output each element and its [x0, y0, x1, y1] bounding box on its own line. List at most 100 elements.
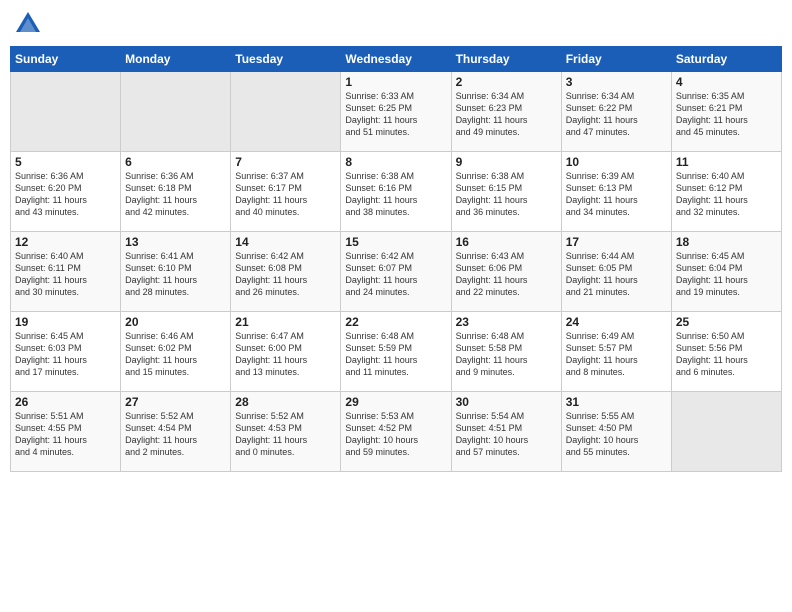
day-number: 30 [456, 395, 557, 409]
calendar-body: 1Sunrise: 6:33 AM Sunset: 6:25 PM Daylig… [11, 72, 782, 472]
calendar-cell: 29Sunrise: 5:53 AM Sunset: 4:52 PM Dayli… [341, 392, 451, 472]
weekday-header: Sunday [11, 47, 121, 72]
cell-content: Sunrise: 6:35 AM Sunset: 6:21 PM Dayligh… [676, 90, 777, 139]
day-number: 28 [235, 395, 336, 409]
calendar-cell: 23Sunrise: 6:48 AM Sunset: 5:58 PM Dayli… [451, 312, 561, 392]
cell-content: Sunrise: 6:38 AM Sunset: 6:15 PM Dayligh… [456, 170, 557, 219]
calendar-cell: 19Sunrise: 6:45 AM Sunset: 6:03 PM Dayli… [11, 312, 121, 392]
cell-content: Sunrise: 6:47 AM Sunset: 6:00 PM Dayligh… [235, 330, 336, 379]
calendar-cell: 4Sunrise: 6:35 AM Sunset: 6:21 PM Daylig… [671, 72, 781, 152]
day-number: 12 [15, 235, 116, 249]
calendar-cell: 14Sunrise: 6:42 AM Sunset: 6:08 PM Dayli… [231, 232, 341, 312]
calendar-week: 19Sunrise: 6:45 AM Sunset: 6:03 PM Dayli… [11, 312, 782, 392]
calendar-cell: 8Sunrise: 6:38 AM Sunset: 6:16 PM Daylig… [341, 152, 451, 232]
cell-content: Sunrise: 6:48 AM Sunset: 5:59 PM Dayligh… [345, 330, 446, 379]
day-number: 9 [456, 155, 557, 169]
day-number: 27 [125, 395, 226, 409]
calendar-cell: 1Sunrise: 6:33 AM Sunset: 6:25 PM Daylig… [341, 72, 451, 152]
weekday-header: Saturday [671, 47, 781, 72]
calendar-cell: 24Sunrise: 6:49 AM Sunset: 5:57 PM Dayli… [561, 312, 671, 392]
day-number: 14 [235, 235, 336, 249]
day-number: 20 [125, 315, 226, 329]
cell-content: Sunrise: 6:42 AM Sunset: 6:08 PM Dayligh… [235, 250, 336, 299]
weekday-row: SundayMondayTuesdayWednesdayThursdayFrid… [11, 47, 782, 72]
calendar-week: 1Sunrise: 6:33 AM Sunset: 6:25 PM Daylig… [11, 72, 782, 152]
weekday-header: Wednesday [341, 47, 451, 72]
day-number: 29 [345, 395, 446, 409]
calendar-cell [671, 392, 781, 472]
day-number: 15 [345, 235, 446, 249]
cell-content: Sunrise: 6:38 AM Sunset: 6:16 PM Dayligh… [345, 170, 446, 219]
calendar-cell: 5Sunrise: 6:36 AM Sunset: 6:20 PM Daylig… [11, 152, 121, 232]
calendar-cell: 3Sunrise: 6:34 AM Sunset: 6:22 PM Daylig… [561, 72, 671, 152]
calendar-cell: 13Sunrise: 6:41 AM Sunset: 6:10 PM Dayli… [121, 232, 231, 312]
calendar-cell: 17Sunrise: 6:44 AM Sunset: 6:05 PM Dayli… [561, 232, 671, 312]
weekday-header: Monday [121, 47, 231, 72]
cell-content: Sunrise: 6:43 AM Sunset: 6:06 PM Dayligh… [456, 250, 557, 299]
day-number: 31 [566, 395, 667, 409]
day-number: 10 [566, 155, 667, 169]
day-number: 17 [566, 235, 667, 249]
day-number: 4 [676, 75, 777, 89]
day-number: 19 [15, 315, 116, 329]
calendar-cell: 7Sunrise: 6:37 AM Sunset: 6:17 PM Daylig… [231, 152, 341, 232]
cell-content: Sunrise: 6:45 AM Sunset: 6:04 PM Dayligh… [676, 250, 777, 299]
day-number: 26 [15, 395, 116, 409]
calendar-cell: 10Sunrise: 6:39 AM Sunset: 6:13 PM Dayli… [561, 152, 671, 232]
day-number: 22 [345, 315, 446, 329]
calendar-cell: 15Sunrise: 6:42 AM Sunset: 6:07 PM Dayli… [341, 232, 451, 312]
cell-content: Sunrise: 6:42 AM Sunset: 6:07 PM Dayligh… [345, 250, 446, 299]
cell-content: Sunrise: 6:34 AM Sunset: 6:22 PM Dayligh… [566, 90, 667, 139]
calendar-week: 26Sunrise: 5:51 AM Sunset: 4:55 PM Dayli… [11, 392, 782, 472]
cell-content: Sunrise: 6:36 AM Sunset: 6:18 PM Dayligh… [125, 170, 226, 219]
calendar-week: 12Sunrise: 6:40 AM Sunset: 6:11 PM Dayli… [11, 232, 782, 312]
cell-content: Sunrise: 6:37 AM Sunset: 6:17 PM Dayligh… [235, 170, 336, 219]
logo-icon [14, 10, 42, 38]
day-number: 7 [235, 155, 336, 169]
cell-content: Sunrise: 6:36 AM Sunset: 6:20 PM Dayligh… [15, 170, 116, 219]
day-number: 8 [345, 155, 446, 169]
day-number: 2 [456, 75, 557, 89]
cell-content: Sunrise: 6:49 AM Sunset: 5:57 PM Dayligh… [566, 330, 667, 379]
day-number: 21 [235, 315, 336, 329]
weekday-header: Thursday [451, 47, 561, 72]
logo [14, 10, 46, 38]
calendar-cell: 16Sunrise: 6:43 AM Sunset: 6:06 PM Dayli… [451, 232, 561, 312]
day-number: 18 [676, 235, 777, 249]
day-number: 24 [566, 315, 667, 329]
day-number: 25 [676, 315, 777, 329]
calendar-header: SundayMondayTuesdayWednesdayThursdayFrid… [11, 47, 782, 72]
calendar-cell: 27Sunrise: 5:52 AM Sunset: 4:54 PM Dayli… [121, 392, 231, 472]
day-number: 5 [15, 155, 116, 169]
cell-content: Sunrise: 6:48 AM Sunset: 5:58 PM Dayligh… [456, 330, 557, 379]
cell-content: Sunrise: 5:55 AM Sunset: 4:50 PM Dayligh… [566, 410, 667, 459]
calendar-cell [121, 72, 231, 152]
day-number: 23 [456, 315, 557, 329]
calendar-cell: 12Sunrise: 6:40 AM Sunset: 6:11 PM Dayli… [11, 232, 121, 312]
calendar-cell: 25Sunrise: 6:50 AM Sunset: 5:56 PM Dayli… [671, 312, 781, 392]
cell-content: Sunrise: 6:41 AM Sunset: 6:10 PM Dayligh… [125, 250, 226, 299]
cell-content: Sunrise: 6:39 AM Sunset: 6:13 PM Dayligh… [566, 170, 667, 219]
cell-content: Sunrise: 6:50 AM Sunset: 5:56 PM Dayligh… [676, 330, 777, 379]
cell-content: Sunrise: 5:52 AM Sunset: 4:53 PM Dayligh… [235, 410, 336, 459]
calendar-cell: 21Sunrise: 6:47 AM Sunset: 6:00 PM Dayli… [231, 312, 341, 392]
cell-content: Sunrise: 6:46 AM Sunset: 6:02 PM Dayligh… [125, 330, 226, 379]
cell-content: Sunrise: 6:45 AM Sunset: 6:03 PM Dayligh… [15, 330, 116, 379]
page-header [10, 10, 782, 38]
calendar-cell: 18Sunrise: 6:45 AM Sunset: 6:04 PM Dayli… [671, 232, 781, 312]
calendar-cell: 9Sunrise: 6:38 AM Sunset: 6:15 PM Daylig… [451, 152, 561, 232]
calendar-cell: 30Sunrise: 5:54 AM Sunset: 4:51 PM Dayli… [451, 392, 561, 472]
cell-content: Sunrise: 5:51 AM Sunset: 4:55 PM Dayligh… [15, 410, 116, 459]
cell-content: Sunrise: 6:40 AM Sunset: 6:12 PM Dayligh… [676, 170, 777, 219]
calendar-cell: 22Sunrise: 6:48 AM Sunset: 5:59 PM Dayli… [341, 312, 451, 392]
cell-content: Sunrise: 5:52 AM Sunset: 4:54 PM Dayligh… [125, 410, 226, 459]
cell-content: Sunrise: 5:53 AM Sunset: 4:52 PM Dayligh… [345, 410, 446, 459]
cell-content: Sunrise: 6:33 AM Sunset: 6:25 PM Dayligh… [345, 90, 446, 139]
day-number: 6 [125, 155, 226, 169]
calendar: SundayMondayTuesdayWednesdayThursdayFrid… [10, 46, 782, 472]
weekday-header: Tuesday [231, 47, 341, 72]
calendar-cell: 28Sunrise: 5:52 AM Sunset: 4:53 PM Dayli… [231, 392, 341, 472]
calendar-cell: 2Sunrise: 6:34 AM Sunset: 6:23 PM Daylig… [451, 72, 561, 152]
calendar-cell: 26Sunrise: 5:51 AM Sunset: 4:55 PM Dayli… [11, 392, 121, 472]
cell-content: Sunrise: 6:40 AM Sunset: 6:11 PM Dayligh… [15, 250, 116, 299]
